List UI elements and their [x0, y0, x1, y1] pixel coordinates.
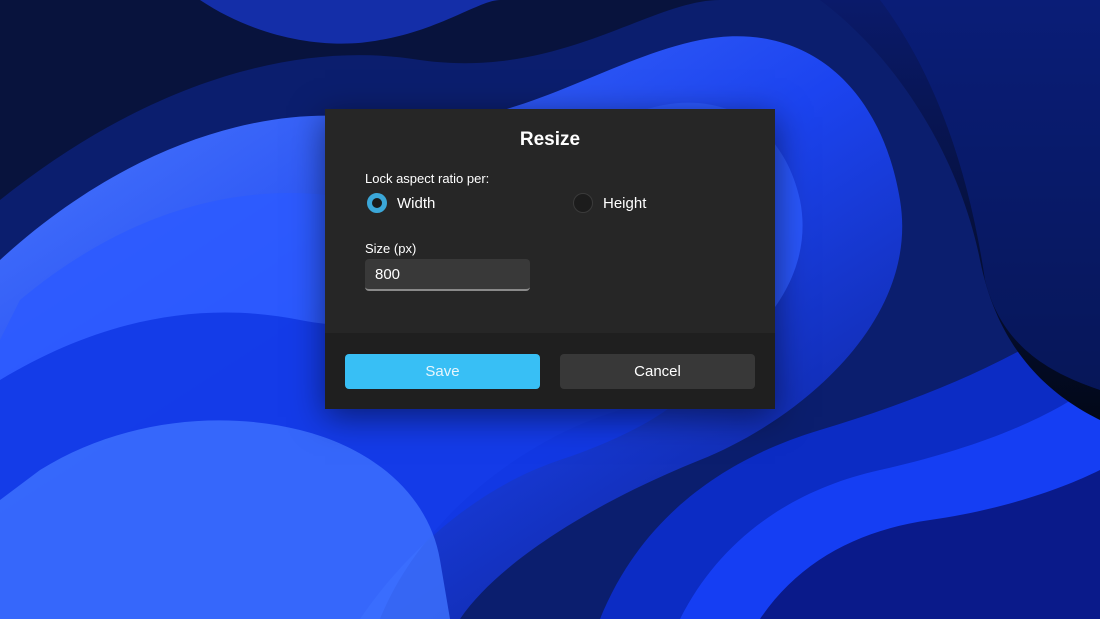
- resize-dialog: Resize Lock aspect ratio per: Width Heig…: [325, 109, 775, 409]
- cancel-button[interactable]: Cancel: [560, 354, 755, 389]
- save-button[interactable]: Save: [345, 354, 540, 389]
- desktop-background: Resize Lock aspect ratio per: Width Heig…: [0, 0, 1100, 619]
- radio-height-indicator[interactable]: [573, 193, 593, 213]
- lock-aspect-label: Lock aspect ratio per:: [365, 171, 490, 186]
- radio-height[interactable]: Height: [573, 193, 646, 213]
- radio-height-label: Height: [603, 194, 647, 212]
- size-label: Size (px): [365, 241, 417, 256]
- size-input[interactable]: [365, 259, 530, 291]
- dialog-title: Resize: [519, 129, 581, 150]
- radio-width-label: Width: [397, 194, 436, 212]
- radio-width-indicator[interactable]: [367, 193, 387, 213]
- radio-width[interactable]: Width: [367, 193, 435, 213]
- dialog-footer: Save Cancel: [325, 333, 775, 409]
